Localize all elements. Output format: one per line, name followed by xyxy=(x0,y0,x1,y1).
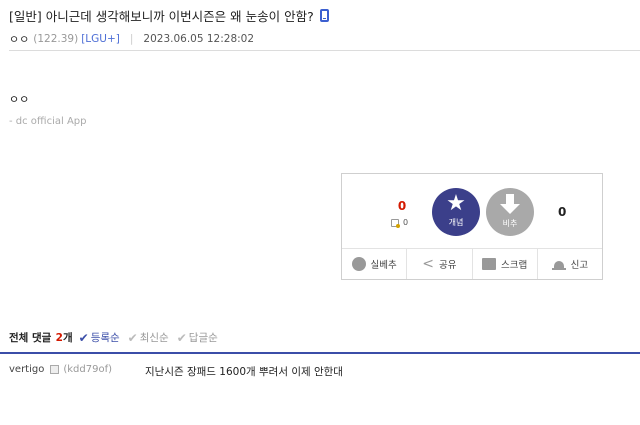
down-arrow-icon xyxy=(499,194,521,216)
post-body: ㅇㅇ xyxy=(9,93,30,106)
sort-replies-label: 답글순 xyxy=(188,332,218,344)
comment-user-id: (kdd79of) xyxy=(63,364,113,375)
fixed-upvote-count: 0 xyxy=(403,218,409,227)
sort-registered[interactable]: ✔ 등록순 xyxy=(79,330,120,345)
upvote-label: 개념 xyxy=(448,218,464,227)
fixed-nick-icon xyxy=(50,365,60,374)
report-label: 신고 xyxy=(570,260,589,271)
comment-header: 전체 댓글 2개 ✔ 등록순 ✔ 최신순 ✔ 답글순 xyxy=(9,330,226,345)
comment-header-title: 전체 댓글 xyxy=(9,332,52,344)
b-circle-icon: B xyxy=(351,257,366,271)
star-icon: ★ xyxy=(446,191,466,216)
downvote-label: 비추 xyxy=(502,219,518,228)
header-divider xyxy=(9,50,640,51)
share-button[interactable]: < 공유 xyxy=(407,249,473,279)
silbe-label: 실베추 xyxy=(370,260,397,271)
check-icon: ✔ xyxy=(78,330,89,345)
share-icon: < xyxy=(422,256,434,272)
sort-replies[interactable]: ✔ 답글순 xyxy=(177,330,218,345)
carrier-badge: [LGU+] xyxy=(81,33,120,45)
comment-count-unit: 개 xyxy=(62,332,73,344)
comment-author[interactable]: vertigo (kdd79of) xyxy=(9,364,112,375)
upvote-count: 0 xyxy=(397,199,407,213)
check-icon: ✔ xyxy=(127,330,138,345)
scrap-label: 스크랩 xyxy=(501,260,528,271)
siren-icon xyxy=(551,258,566,270)
report-button[interactable]: 신고 xyxy=(538,249,602,279)
post-title-row: [일반] 아니근데 생각해보니까 이번시즌은 왜 눈송이 안함? xyxy=(9,6,329,25)
mobile-icon xyxy=(319,9,329,22)
post-date: 2023.06.05 12:28:02 xyxy=(143,33,255,45)
downvote-button[interactable]: 비추 xyxy=(486,188,534,236)
sort-registered-label: 등록순 xyxy=(90,332,120,344)
comment-count: 2 xyxy=(55,331,63,344)
downvote-count: 0 xyxy=(558,205,567,219)
post-title: [일반] 아니근데 생각해보니까 이번시즌은 왜 눈송이 안함? xyxy=(9,9,314,24)
post-meta: ㅇㅇ (122.39) [LGU+] | 2023.06.05 12:28:02 xyxy=(9,31,254,47)
check-icon: ✔ xyxy=(176,330,187,345)
share-label: 공유 xyxy=(439,260,457,271)
comment-text: 지난시즌 장패드 1600개 뿌려서 이제 안한대 xyxy=(145,366,343,378)
app-signature: - dc official App xyxy=(9,116,87,127)
fixed-upvote-row: 0 xyxy=(391,218,409,228)
fixed-nick-icon xyxy=(391,218,400,228)
scrap-button[interactable]: + 스크랩 xyxy=(473,249,538,279)
upvote-button[interactable]: ★ 개념 xyxy=(432,188,480,236)
comment-divider xyxy=(0,352,640,354)
scrap-icon: + xyxy=(482,258,496,271)
comment-nick[interactable]: vertigo xyxy=(9,364,44,375)
recommend-top: 0 0 ★ 개념 비추 0 xyxy=(342,174,602,244)
silbe-recommend-button[interactable]: B 실베추 xyxy=(342,249,408,279)
sort-latest[interactable]: ✔ 최신순 xyxy=(128,330,169,345)
author-ip: (122.39) xyxy=(33,33,79,45)
post-actions: B 실베추 < 공유 + 스크랩 신고 xyxy=(342,248,602,279)
author-nick[interactable]: ㅇㅇ xyxy=(9,31,29,47)
sort-latest-label: 최신순 xyxy=(139,332,169,344)
recommend-box: 0 0 ★ 개념 비추 0 B 실베추 < 공유 + 스크랩 신고 xyxy=(341,173,603,280)
meta-separator: | xyxy=(129,33,134,45)
